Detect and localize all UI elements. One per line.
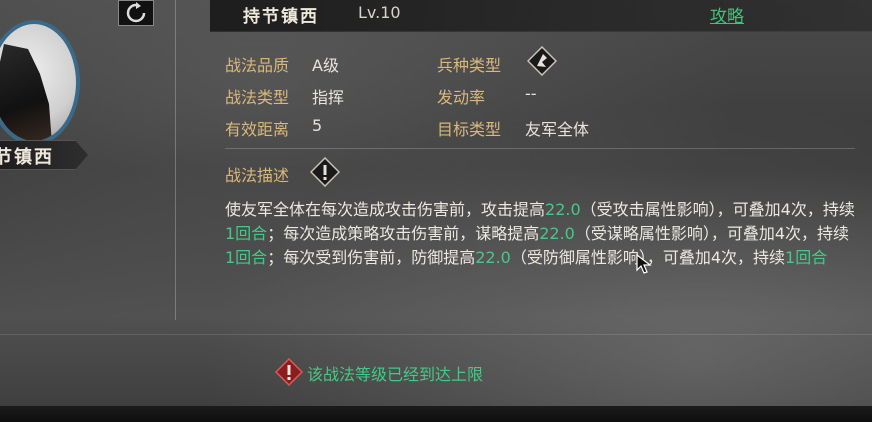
portrait-name: 节镇西 <box>0 147 54 168</box>
description-highlight: 1回合 <box>785 248 828 267</box>
skill-level: Lv.10 <box>358 3 401 22</box>
description-segment: 使友军全体在每次造成攻击伤害前，攻击提高 <box>225 200 546 219</box>
hero-portrait-panel: 节镇西 <box>0 0 175 330</box>
bottom-divider <box>0 334 872 335</box>
quality-label: 战法品质 <box>225 56 290 75</box>
footer-bar <box>0 406 872 422</box>
skill-name: 持节镇西 <box>243 7 319 27</box>
level-limit-message: 该战法等级已经到达上限 <box>307 365 484 384</box>
warning-icon <box>274 357 304 387</box>
section-divider <box>225 148 855 149</box>
troop-type-label: 兵种类型 <box>437 56 502 75</box>
trigger-rate-label: 发动率 <box>437 88 486 107</box>
description-text: 使友军全体在每次造成攻击伤害前，攻击提高22.0（受攻击属性影响），可叠加4次，… <box>225 198 855 270</box>
trigger-rate-value: -- <box>525 84 537 103</box>
skill-type-value: 指挥 <box>312 88 345 107</box>
description-highlight: 22.0 <box>545 200 581 219</box>
description-segment: ；每次受到伤害前，防御提高 <box>267 248 476 267</box>
hero-figure <box>0 44 52 141</box>
vertical-divider <box>175 0 176 320</box>
guide-link[interactable]: 攻略 <box>710 2 744 27</box>
troop-type-icon <box>527 46 557 76</box>
hero-portrait[interactable] <box>0 20 80 145</box>
range-label: 有效距离 <box>225 120 290 139</box>
target-type-label: 目标类型 <box>437 120 502 139</box>
description-highlight: 22.0 <box>539 224 575 243</box>
range-value: 5 <box>312 116 323 135</box>
description-title: 战法描述 <box>225 166 290 185</box>
description-highlight: 1回合 <box>225 224 268 243</box>
target-type-value: 友军全体 <box>525 120 590 139</box>
description-segment: ；每次造成策略攻击伤害前，谋略提高 <box>267 224 540 243</box>
description-segment: （受谋略属性影响），可叠加4次，持续 <box>574 224 850 243</box>
description-segment: （受攻击属性影响），可叠加4次，持续 <box>580 200 855 219</box>
quality-value: A级 <box>312 56 339 75</box>
description-highlight: 22.0 <box>475 248 511 267</box>
description-highlight: 1回合 <box>225 248 268 267</box>
mouse-cursor-icon <box>636 254 652 274</box>
warning-icon[interactable] <box>310 157 340 187</box>
skill-type-label: 战法类型 <box>225 88 290 107</box>
